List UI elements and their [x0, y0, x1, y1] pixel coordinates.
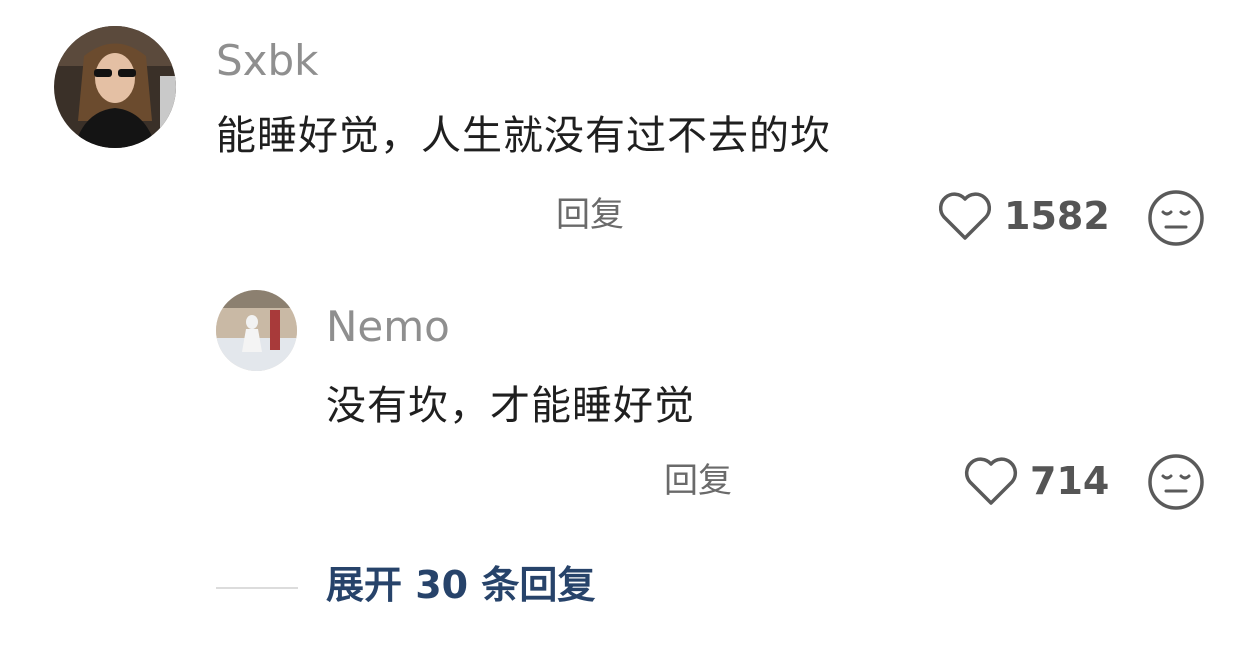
- heart-outline-icon: [936, 190, 994, 242]
- avatar[interactable]: [54, 26, 176, 148]
- reply-reply-button[interactable]: 回复: [664, 464, 732, 498]
- heart-outline-icon: [962, 455, 1020, 507]
- avatar-image: [54, 26, 176, 148]
- reply-avatar-image: [216, 290, 297, 371]
- reply-avatar[interactable]: [216, 290, 297, 371]
- expand-divider: [216, 587, 298, 589]
- reply-dislike-button[interactable]: [1146, 452, 1206, 512]
- expressionless-face-icon: [1146, 452, 1206, 512]
- reply-like-button[interactable]: 714: [962, 455, 1109, 507]
- expand-replies-button[interactable]: 展开 30 条回复: [326, 566, 595, 604]
- reply-username[interactable]: Nemo: [326, 306, 450, 348]
- comment-username[interactable]: Sxbk: [216, 40, 319, 82]
- like-button[interactable]: 1582: [936, 190, 1110, 242]
- reply-button[interactable]: 回复: [556, 198, 624, 232]
- comment-text: 能睡好觉，人生就没有过不去的坎: [216, 113, 831, 159]
- dislike-button[interactable]: [1146, 188, 1206, 248]
- reply-like-count: 714: [1030, 459, 1110, 503]
- like-count: 1582: [1004, 194, 1110, 238]
- expressionless-face-icon: [1146, 188, 1206, 248]
- reply-text: 没有坎，才能睡好觉: [326, 383, 695, 429]
